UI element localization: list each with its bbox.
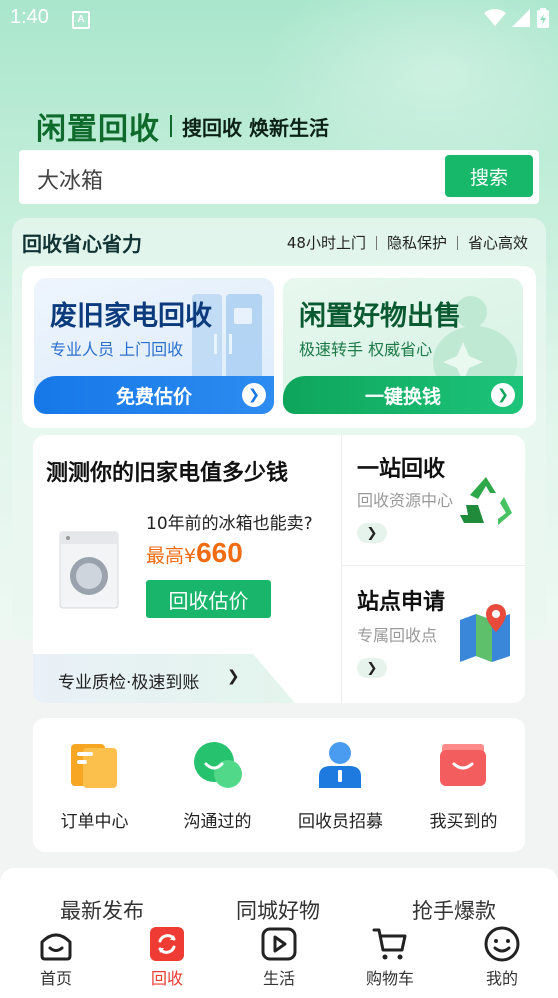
appraisal-card: 测测你的旧家电值多少钱 10年前的冰箱也能卖? 最高¥660 回收估价 专业质检…	[33, 435, 525, 703]
one-stop-recycle-item[interactable]: 一站回收 回收资源中心 ❯	[342, 435, 525, 565]
chatted-button[interactable]: 沟通过的	[156, 718, 279, 852]
max-price: 最高¥660	[146, 537, 243, 569]
quick-actions: 订单中心 沟通过的 回收员招募 我买到的	[33, 718, 525, 852]
chevron-right-icon: ❯	[491, 383, 515, 407]
tab-label: 购物车	[365, 969, 414, 988]
card-title: 闲置好物出售	[299, 301, 461, 332]
quick-action-label: 回收员招募	[298, 812, 383, 832]
tag-item: 隐私保护	[386, 234, 447, 252]
cart-icon	[372, 928, 407, 960]
tag-divider	[456, 235, 458, 250]
order-icon	[71, 744, 117, 788]
price-prefix: 最高¥	[146, 545, 197, 567]
feed-tab-local[interactable]: 同城好物	[236, 895, 320, 925]
price-value: 660	[196, 537, 243, 568]
battery-icon	[537, 8, 549, 28]
recycle-tab-icon	[150, 927, 184, 961]
washing-machine-icon	[59, 531, 119, 609]
quick-action-label: 订单中心	[60, 812, 129, 832]
play-icon	[261, 927, 297, 961]
quick-action-label: 我买到的	[429, 812, 498, 832]
home-icon	[40, 933, 72, 961]
side-item-title: 站点申请	[357, 590, 446, 615]
card-title: 废旧家电回收	[50, 301, 212, 332]
chat-icon	[194, 742, 242, 788]
card-action-label: 免费估价	[115, 385, 192, 408]
card-action-label: 一键换钱	[364, 385, 441, 408]
appraisal-question: 10年前的冰箱也能卖?	[146, 514, 313, 534]
feed-tab-latest[interactable]: 最新发布	[60, 895, 144, 925]
appliance-recycle-card[interactable]: 废旧家电回收 专业人员 上门回收 免费估价 ❯	[34, 278, 274, 414]
recycle-icon	[460, 477, 512, 525]
tab-cart[interactable]: 购物车	[340, 922, 440, 992]
appraisal-title: 测测你的旧家电值多少钱	[46, 461, 289, 486]
brand-header: 闲置回收 搜回收 焕新生活	[36, 104, 329, 148]
brand-divider	[170, 115, 172, 137]
recruit-icon	[319, 742, 361, 788]
quick-cash-button[interactable]: 一键换钱 ❯	[283, 376, 523, 414]
sell-idle-card[interactable]: 闲置好物出售 极速转手 权威省心 一键换钱 ❯	[283, 278, 523, 414]
search-bar: 大冰箱 搜索	[19, 150, 539, 204]
side-item-subtitle: 回收资源中心	[357, 491, 454, 510]
side-item-subtitle: 专属回收点	[357, 626, 438, 645]
card-subtitle: 专业人员 上门回收	[50, 340, 184, 359]
search-input[interactable]: 大冰箱	[37, 163, 103, 195]
tab-label: 生活	[262, 969, 295, 988]
status-icons	[484, 8, 550, 28]
quick-action-label: 沟通过的	[183, 812, 252, 832]
tag-divider	[375, 235, 377, 250]
recruit-button[interactable]: 回收员招募	[279, 718, 402, 852]
side-item-title: 一站回收	[357, 457, 446, 482]
card-subtitle: 极速转手 权威省心	[299, 340, 433, 359]
feed-tab-hot[interactable]: 抢手爆款	[412, 895, 496, 925]
free-estimate-button[interactable]: 免费估价 ❯	[34, 376, 274, 414]
wifi-icon	[484, 9, 506, 26]
order-center-button[interactable]: 订单中心	[33, 718, 156, 852]
brand-slogan: 搜回收 焕新生活	[182, 115, 329, 140]
tab-label: 我的	[485, 969, 518, 988]
tab-label: 首页	[39, 969, 72, 988]
tag-item: 省心高效	[467, 234, 528, 252]
bottom-tab-bar: 首页 回收 生活 购物车 我的	[0, 922, 558, 992]
site-application-item[interactable]: 站点申请 专属回收点 ❯	[342, 566, 525, 703]
chevron-right-icon: ❯	[242, 383, 266, 407]
brand-logo: 闲置回收	[36, 112, 160, 147]
chevron-right-icon: ❯	[357, 523, 387, 543]
recycle-estimate-button[interactable]: 回收估价	[146, 580, 271, 618]
notification-icon: A	[72, 11, 90, 29]
section-title: 回收省心省力	[20, 228, 142, 257]
tag-item: 48小时上门	[286, 234, 366, 252]
section-tags: 48小时上门 隐私保护 省心高效	[287, 232, 528, 253]
tab-life[interactable]: 生活	[229, 922, 329, 992]
tab-label: 回收	[150, 969, 183, 988]
search-button[interactable]: 搜索	[445, 155, 533, 197]
chevron-right-icon: ❯	[227, 667, 240, 685]
status-time: 1:40	[10, 6, 49, 28]
tab-recycle[interactable]: 回收	[117, 922, 217, 992]
bag-icon	[440, 744, 486, 786]
profile-icon	[484, 926, 520, 962]
chevron-right-icon: ❯	[357, 658, 387, 678]
tab-home[interactable]: 首页	[6, 922, 106, 992]
purchased-button[interactable]: 我买到的	[402, 718, 525, 852]
tab-mine[interactable]: 我的	[452, 922, 552, 992]
appraisal-footer-text: 专业质检·极速到账	[58, 673, 200, 693]
status-bar: 1:40 A	[0, 0, 558, 38]
appraisal-section[interactable]: 测测你的旧家电值多少钱 10年前的冰箱也能卖? 最高¥660 回收估价 专业质检…	[33, 435, 341, 703]
map-pin-icon	[460, 604, 510, 662]
signal-icon	[512, 9, 530, 27]
